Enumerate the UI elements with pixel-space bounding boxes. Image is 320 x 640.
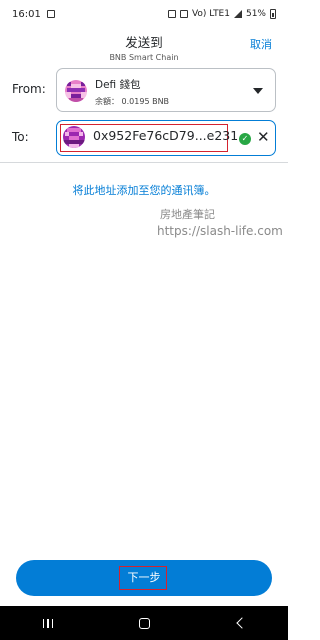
system-nav-bar [0,606,288,640]
network-label: Vo) LTE1 [191,9,230,19]
divider [0,162,288,163]
account-avatar [65,80,87,102]
account-balance: 余額： 0.0195 BNB [95,97,170,106]
check-circle-icon: ✓ [239,133,251,145]
account-name: Defi 錢包 [95,79,141,91]
chevron-down-icon[interactable] [253,88,263,94]
watermark: 房地產筆記 https://slash-life.com [157,206,283,240]
home-icon [138,617,150,629]
to-label: To: [12,130,29,144]
notification-icons [46,10,55,18]
close-icon[interactable]: ✕ [257,128,270,146]
battery-text: 51% [245,9,266,19]
recipient-address: 0x952Fe76cD79...e231 [93,128,239,143]
page-title: 发送到 [125,35,163,50]
recent-apps-button[interactable] [28,606,68,640]
alarm-icon [167,10,176,18]
network-name: BNB Smart Chain [109,53,179,62]
home-button[interactable] [124,606,164,640]
add-to-contacts-link[interactable]: 将此地址添加至您的通讯簿。 [0,182,288,198]
recipient-avatar [63,126,85,148]
battery-icon [270,9,276,19]
status-bar: 16:01 Vo) LTE1 51% [0,0,288,28]
back-button[interactable] [220,606,260,640]
gallery-icon [46,10,55,18]
next-button[interactable]: 下一步 [16,560,272,596]
status-right: Vo) LTE1 51% [167,9,276,19]
from-account-selector[interactable]: Defi 錢包 余額： 0.0195 BNB [56,68,276,112]
cancel-button[interactable]: 取消 [250,36,272,52]
back-icon [236,617,248,629]
watermark-name: 房地產筆記 [160,208,215,221]
recent-apps-icon [42,618,54,628]
status-time: 16:01 [12,8,41,20]
to-address-field[interactable]: 0x952Fe76cD79...e231 ✓ ✕ [56,120,276,156]
mute-icon [179,10,188,18]
from-label: From: [12,82,46,96]
next-button-label: 下一步 [127,571,161,584]
signal-icon [233,10,242,18]
header: 发送到 BNB Smart Chain 取消 [0,28,288,62]
watermark-url: https://slash-life.com [157,224,283,238]
